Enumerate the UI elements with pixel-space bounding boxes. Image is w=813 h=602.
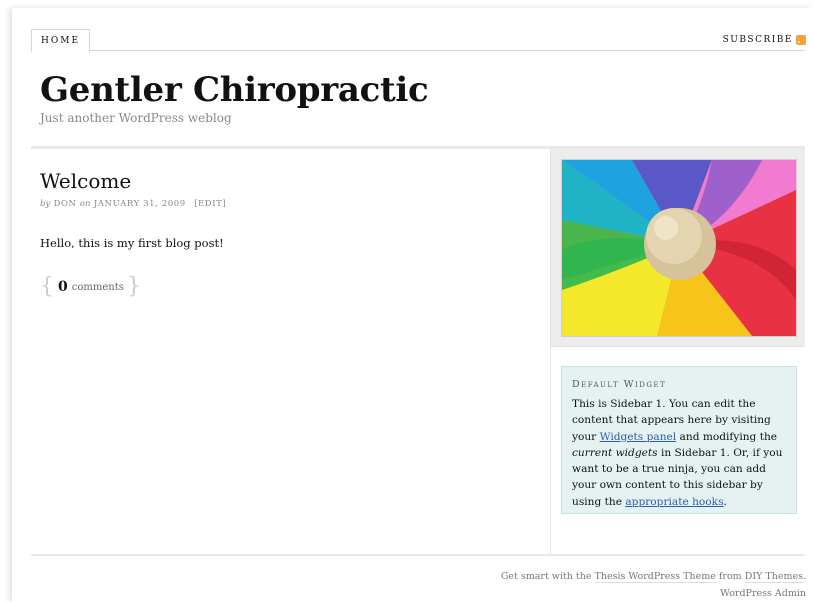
footer-divider [31,554,805,556]
widget-title: Default Widget [572,379,667,390]
footer-prefix: Get smart with the [500,571,595,582]
widget-text: This is Sidebar 1. You can edit the cont… [572,396,786,510]
edit-link[interactable]: [EDIT] [194,199,226,209]
right-brace: } [126,274,141,299]
comment-count: 0 [58,279,68,295]
thesis-theme-link[interactable]: Thesis WordPress Theme [594,571,716,583]
post-body: Hello, this is my first blog post! [40,236,224,250]
subscribe-link[interactable]: SUBSCRIBE [723,35,806,45]
comment-label: comments [71,281,124,293]
site-title[interactable]: Gentler Chiropractic [40,70,429,110]
rss-icon [796,35,806,45]
byline-by: by [40,199,51,209]
wordpress-admin-link[interactable]: WordPress Admin [720,588,806,599]
page: HOME SUBSCRIBE Gentler Chiropractic Just… [12,8,813,602]
sidebar-image [561,159,797,337]
site-tagline: Just another WordPress weblog [40,111,232,125]
subscribe-label: SUBSCRIBE [722,35,793,45]
comments-link[interactable]: { 0 comments } [40,276,141,298]
diy-themes-link[interactable]: DIY Themes [744,571,803,583]
post-date: JANUARY 31, 2009 [93,199,186,209]
widget-em: current widgets [572,446,658,459]
footer-middle: from [715,571,745,582]
widgets-panel-link[interactable]: Widgets panel [600,431,677,443]
tab-home[interactable]: HOME [31,29,91,53]
byline-on: on [79,199,91,209]
widget-text-4: . [723,495,727,508]
footer-credits: Get smart with the Thesis WordPress Them… [500,571,806,583]
widget-text-2: and modifying the [676,430,778,443]
post-byline: by DON on JANUARY 31, 2009 [EDIT] [40,199,226,209]
default-widget: Default Widget This is Sidebar 1. You ca… [561,366,797,514]
appropriate-hooks-link[interactable]: appropriate hooks [625,496,723,508]
post-title[interactable]: Welcome [40,169,131,193]
footer-suffix: . [802,571,806,582]
pinwheel-image [562,160,796,336]
nav-divider [32,50,805,51]
left-brace: { [40,274,54,299]
post-author: DON [53,199,77,209]
